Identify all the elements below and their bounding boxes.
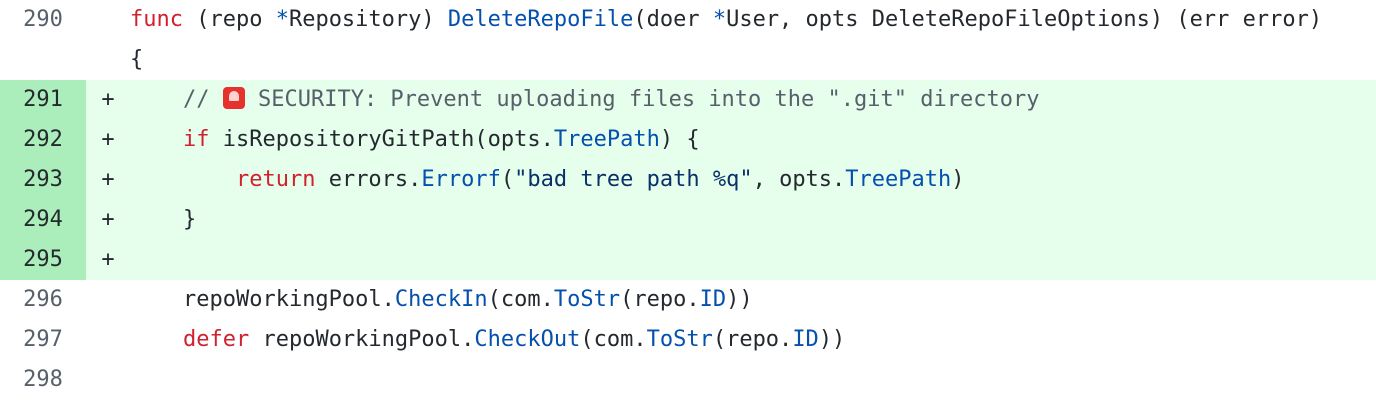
comment: // SECURITY: Prevent uploading files int… [183,87,1039,112]
code-text: errors. [315,167,422,192]
code-text: ( [500,167,515,192]
field-name: ID [699,287,727,312]
code-text: )) [726,287,753,312]
code-line: } [130,200,1376,240]
field-name: TreePath [845,167,952,192]
diff-marker [86,320,130,360]
line-number[interactable]: 296 [0,280,86,320]
code-text: Repository) [288,7,448,32]
function-name: CheckOut [474,327,581,352]
code-text: } [182,207,197,232]
diff-marker: + [101,247,115,272]
line-number[interactable]: 295 [0,240,86,280]
code-text: repoWorkingPool. [182,287,395,312]
line-number[interactable]: 292 [0,120,86,160]
diff-marker [86,280,130,320]
diff-line-added: 293 + return errors.Errorf("bad tree pat… [0,160,1376,200]
diff-marker: + [101,87,115,112]
code-text: (com. [580,327,647,352]
line-number[interactable]: 291 [0,80,86,120]
diff-line-added: 294 + } [0,200,1376,240]
function-name: ToStr [553,287,621,312]
code-text: (repo. [620,287,700,312]
line-number[interactable]: 293 [0,160,86,200]
field-name: ID [792,327,819,352]
line-number[interactable]: 294 [0,200,86,240]
keyword: return [235,167,316,192]
code-text: (repo. [712,327,793,352]
field-name: TreePath [553,127,660,152]
code-text: ) { [659,127,700,152]
police-car-light-icon [222,87,245,109]
operator: * [275,7,289,32]
diff-marker [86,0,130,40]
keyword: if [182,127,210,152]
keyword: func [130,7,183,32]
code-line: // SECURITY: Prevent uploading files int… [130,80,1376,120]
diff-line: 297 defer repoWorkingPool.CheckOut(com.T… [0,320,1376,360]
line-number[interactable]: 290 [0,0,86,40]
diff-marker [86,360,130,400]
code-text: )) [818,327,846,352]
operator: * [712,7,727,32]
diff-line-added: 292 + if isRepositoryGitPath(opts.TreePa… [0,120,1376,160]
code-line: func (repo *Repository) DeleteRepoFile(d… [130,0,1376,80]
function-name: Errorf [421,167,501,192]
comment-text: SECURITY: Prevent uploading files into t… [244,87,1040,112]
diff-line: 298 [0,360,1376,400]
code-text: (com. [487,287,554,312]
line-number[interactable]: 298 [0,360,86,400]
code-text: (doer [633,7,713,32]
diff-line-added: 295 + [0,240,1376,280]
line-number[interactable]: 297 [0,320,86,360]
code-text: (repo [182,7,276,32]
code-text: , opts. [752,167,846,192]
function-name: CheckIn [394,287,488,312]
diff-line-added: 291 + // SECURITY: Prevent uploading fil… [0,80,1376,120]
diff-marker: + [101,207,115,232]
string-literal: "bad tree path %q" [514,167,753,192]
diff-line: 296 repoWorkingPool.CheckIn(com.ToStr(re… [0,280,1376,320]
diff-marker: + [101,127,115,152]
code-line: defer repoWorkingPool.CheckOut(com.ToStr… [130,320,1376,360]
function-name: ToStr [646,327,713,352]
code-text: isRepositoryGitPath(opts. [209,127,554,152]
keyword: defer [182,327,250,352]
code-line: if isRepositoryGitPath(opts.TreePath) { [130,120,1376,160]
diff-view: 290 func (repo *Repository) DeleteRepoFi… [0,0,1376,400]
comment-text: // [182,87,223,112]
code-line: repoWorkingPool.CheckIn(com.ToStr(repo.I… [130,280,1376,320]
function-name: DeleteRepoFile [447,7,634,32]
diff-marker: + [101,167,115,192]
diff-line: 290 func (repo *Repository) DeleteRepoFi… [0,0,1376,80]
code-line: return errors.Errorf("bad tree path %q",… [130,160,1376,200]
code-text: ) [951,167,965,192]
code-text: repoWorkingPool. [249,327,475,352]
